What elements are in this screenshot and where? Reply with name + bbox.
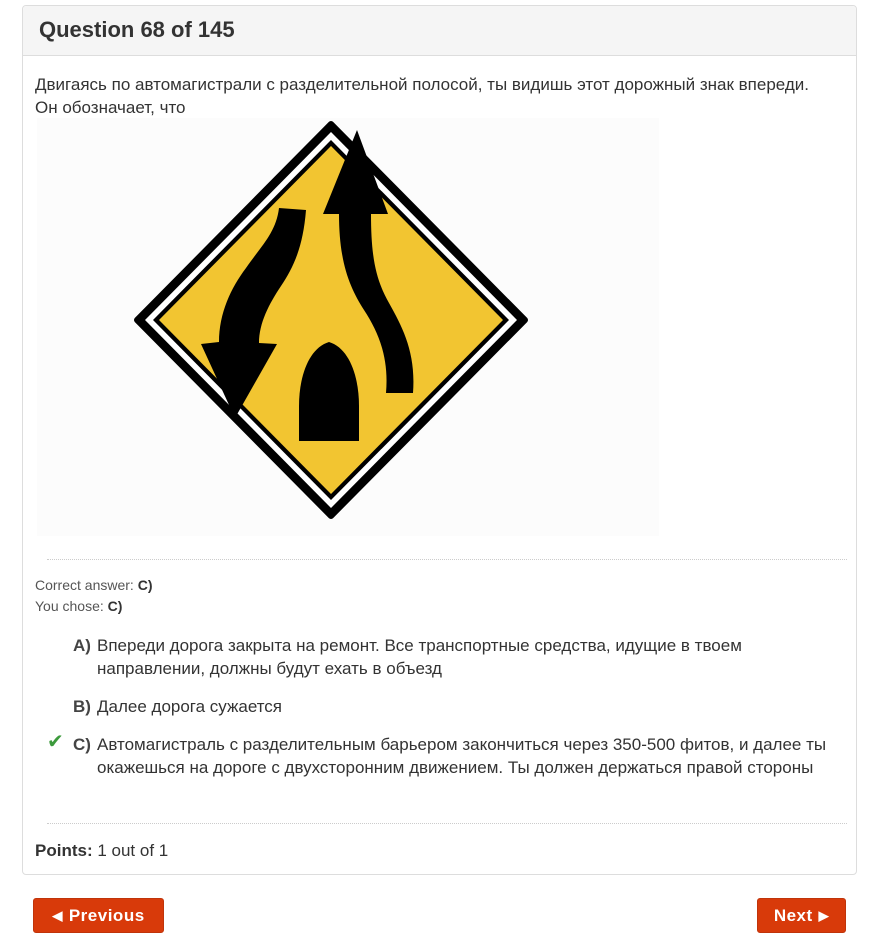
divider-top [47, 559, 847, 560]
previous-button[interactable]: ◀ Previous [33, 898, 164, 933]
caret-right-icon: ▶ [818, 907, 830, 923]
question-panel: Question 68 of 145 Двигаясь по автомагис… [22, 5, 857, 875]
question-text: Двигаясь по автомагистрали с разделитель… [35, 75, 810, 117]
answer-option-a: A) Впереди дорога закрыта на ремонт. Все… [73, 634, 833, 680]
correct-answer-line: Correct answer: C) [35, 577, 152, 593]
points-value: 1 out of 1 [97, 841, 169, 860]
chosen-answer-value: C) [107, 598, 123, 614]
answer-option-b: B) Далее дорога сужается [73, 695, 833, 718]
divider-bottom [47, 823, 847, 824]
points-line: Points: 1 out of 1 [35, 841, 168, 861]
correct-answer-value: C) [137, 577, 153, 593]
chosen-answer-label: You chose: [35, 598, 104, 614]
answer-letter: B) [73, 697, 91, 716]
answer-letter: A) [73, 636, 91, 655]
next-button[interactable]: Next ▶ [757, 898, 846, 933]
chosen-answer-line: You chose: C) [35, 598, 122, 614]
check-icon: ✔ [47, 731, 64, 753]
caret-left-icon: ◀ [52, 907, 63, 923]
panel-header: Question 68 of 145 [23, 6, 856, 56]
answer-text: Автомагистраль с разделительным барьером… [97, 735, 827, 777]
answer-option-c: ✔ C) Автомагистраль с разделительным бар… [47, 731, 833, 779]
divided-highway-ends-sign-icon [134, 121, 528, 519]
answer-text: Далее дорога сужается [97, 697, 283, 716]
answer-text: Впереди дорога закрыта на ремонт. Все тр… [97, 636, 742, 678]
answer-letter: C) [73, 735, 91, 754]
previous-button-label: Previous [68, 905, 145, 925]
question-counter-title: Question 68 of 145 [39, 17, 235, 42]
sign-image [37, 118, 659, 536]
correct-answer-label: Correct answer: [35, 577, 134, 593]
next-button-label: Next [773, 905, 813, 925]
points-label: Points: [35, 841, 93, 860]
